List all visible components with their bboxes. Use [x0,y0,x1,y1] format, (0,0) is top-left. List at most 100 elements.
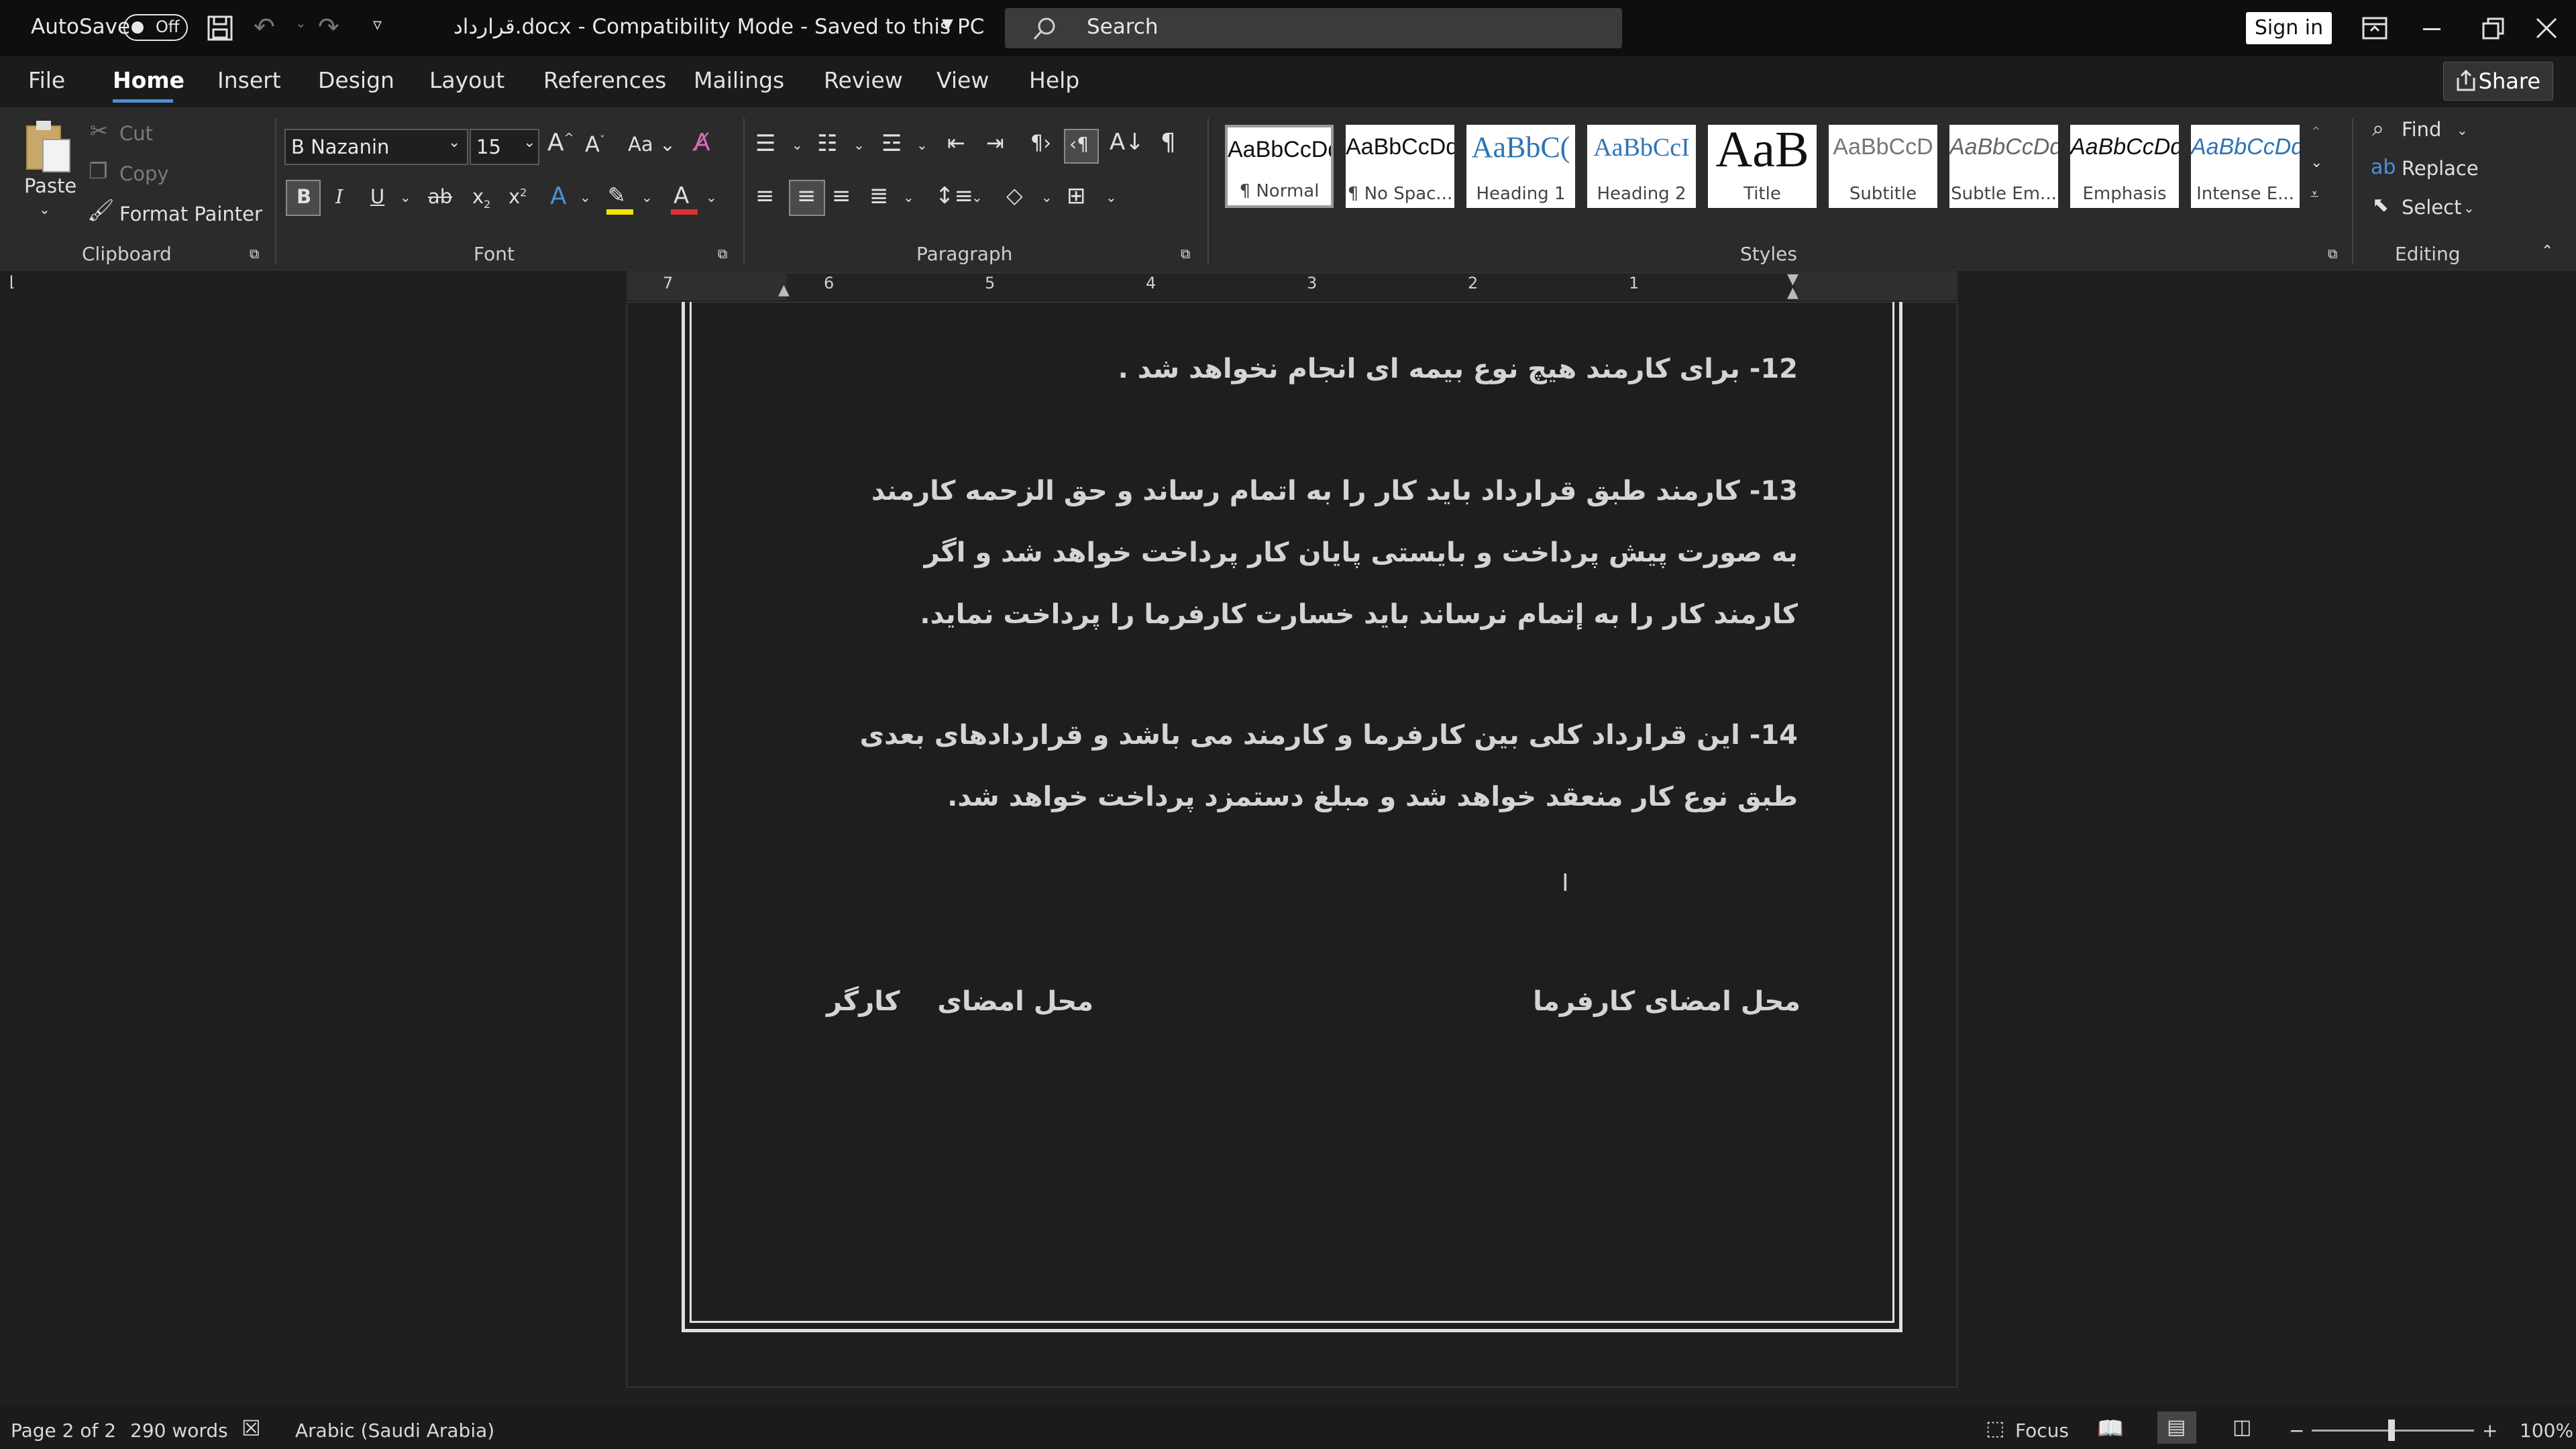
save-icon[interactable] [207,15,233,42]
style-subtle-emphasis[interactable]: AaBbCcDd Subtle Em... [1949,125,2058,208]
undo-icon[interactable]: ↶ [254,12,275,42]
highlight-icon[interactable]: ✎ [608,182,626,208]
numbering-dropdown-icon[interactable]: ⌄ [853,137,865,153]
find-label[interactable]: Find [2402,118,2441,141]
underline-dropdown-icon[interactable]: ⌄ [400,189,411,205]
tab-design[interactable]: Design [318,67,394,93]
tab-file[interactable]: File [28,67,65,93]
zoom-slider-thumb[interactable] [2388,1419,2395,1441]
minimize-icon[interactable] [2423,28,2440,30]
style-emphasis[interactable]: AaBbCcDd Emphasis [2070,125,2179,208]
multilevel-list-icon[interactable]: ☲ [881,130,902,157]
document-paragraph-12[interactable]: 12- برای کارمند هیچ نوع بیمه ای انجام نخ… [839,338,1798,400]
sign-in-button[interactable]: Sign in [2246,12,2332,44]
justify-dropdown-icon[interactable]: ⌄ [903,189,914,205]
tab-help[interactable]: Help [1029,67,1079,93]
tab-references[interactable]: References [543,67,666,93]
line-spacing-dropdown-icon[interactable]: ⌄ [971,189,983,205]
text-effects-icon[interactable]: A [550,182,567,210]
grow-font-icon[interactable]: A^ [547,129,574,156]
style-normal[interactable]: AaBbCcDd ¶ Normal [1225,125,1334,208]
show-formatting-marks-icon[interactable]: ¶ [1161,129,1176,156]
signature-worker[interactable]: محل امضای کارگر [826,986,1093,1017]
language-indicator[interactable]: Arabic (Saudi Arabia) [295,1419,494,1442]
decrease-indent-icon[interactable]: ⇤ [947,130,965,156]
italic-icon[interactable]: I [335,185,343,208]
focus-mode-button[interactable]: Focus [2015,1419,2069,1442]
font-color-icon[interactable]: A [674,182,689,209]
ribbon-display-options-icon[interactable] [2361,16,2388,40]
find-dropdown-icon[interactable]: ⌄ [2457,122,2468,138]
title-dropdown-icon[interactable]: ▼ [942,16,953,33]
bullets-icon[interactable]: ☰ [755,130,775,157]
paragraph-launcher-icon[interactable]: ⧉ [1181,246,1190,262]
styles-launcher-icon[interactable]: ⧉ [2328,246,2337,262]
zoom-level[interactable]: 100% [2520,1419,2573,1442]
multilevel-dropdown-icon[interactable]: ⌄ [916,137,928,153]
bullets-dropdown-icon[interactable]: ⌄ [792,137,803,153]
page-count[interactable]: Page 2 of 2 [11,1419,116,1442]
increase-indent-icon[interactable]: ⇥ [986,130,1004,156]
replace-label[interactable]: Replace [2402,157,2479,180]
format-painter-label[interactable]: Format Painter [119,203,262,225]
strikethrough-icon[interactable]: ab [428,185,452,208]
numbering-icon[interactable]: ☷ [817,130,837,157]
shrink-font-icon[interactable]: Aˇ [585,131,605,157]
tab-view[interactable]: View [936,67,989,93]
copy-label[interactable]: Copy [119,162,169,185]
borders-dropdown-icon[interactable]: ⌄ [1106,189,1117,205]
clipboard-launcher-icon[interactable]: ⧉ [250,246,259,262]
styles-scroll-up-icon[interactable]: ⌃ [2310,123,2322,140]
web-layout-icon[interactable]: ◫ [2233,1415,2251,1439]
borders-icon[interactable]: ⊞ [1067,182,1086,209]
proofing-icon[interactable]: ☒ [241,1415,261,1441]
tab-layout[interactable]: Layout [429,67,504,93]
subscript-icon[interactable]: x2 [472,185,490,211]
left-indent-marker-icon[interactable]: ▲ [778,282,790,299]
paste-label[interactable]: Paste [24,174,76,197]
tab-insert[interactable]: Insert [217,67,281,93]
close-icon[interactable] [2534,16,2559,40]
shading-icon[interactable]: ◇ [1006,182,1023,208]
line-spacing-icon[interactable]: ↕≡ [935,182,973,209]
paste-dropdown-icon[interactable]: ⌄ [39,201,50,217]
justify-icon[interactable]: ≣ [869,182,889,209]
font-name-dropdown-icon[interactable]: ⌄ [448,134,460,151]
document-paragraph-13[interactable]: 13- کارمند طبق قرارداد باید کار را به ات… [839,460,1798,645]
redo-icon[interactable]: ↷ [318,12,339,42]
shading-dropdown-icon[interactable]: ⌄ [1041,189,1053,205]
highlight-dropdown-icon[interactable]: ⌄ [641,189,653,205]
style-heading-2[interactable]: AaBbCcI Heading 2 [1587,125,1696,208]
ltr-paragraph-icon[interactable]: ¶› [1030,131,1051,155]
style-title[interactable]: AaB Title [1708,125,1817,208]
select-label[interactable]: Select [2402,196,2461,219]
tab-review[interactable]: Review [824,67,903,93]
undo-dropdown-icon[interactable]: ⌄ [295,15,307,31]
autosave-toggle[interactable]: Off [123,14,188,41]
customize-toolbar-icon[interactable]: ▿ [373,15,382,35]
zoom-out-icon[interactable]: − [2289,1419,2304,1442]
styles-scroll-down-icon[interactable]: ⌄ [2310,154,2322,171]
font-color-dropdown-icon[interactable]: ⌄ [706,189,717,205]
read-mode-icon[interactable]: 📖 [2097,1415,2124,1441]
select-dropdown-icon[interactable]: ⌄ [2463,200,2475,216]
paste-icon[interactable] [23,118,76,174]
right-indent-marker-icon[interactable]: ▲ [1787,284,1799,301]
superscript-icon[interactable]: x2 [508,185,527,208]
style-heading-1[interactable]: AaBbC( Heading 1 [1466,125,1575,208]
font-launcher-icon[interactable]: ⧉ [718,246,727,262]
zoom-in-icon[interactable]: + [2482,1419,2498,1442]
document-title[interactable]: قرارداد.docx - Compatibility Mode - Save… [453,15,984,39]
tab-mailings[interactable]: Mailings [694,67,784,93]
restore-icon[interactable] [2482,17,2505,40]
signature-employer[interactable]: محل امضای کارفرما [1533,986,1801,1017]
style-intense-emphasis[interactable]: AaBbCcDd Intense E... [2191,125,2300,208]
style-no-spacing[interactable]: AaBbCcDd ¶ No Spac... [1346,125,1454,208]
style-subtitle[interactable]: AaBbCcD Subtitle [1829,125,1937,208]
font-name-combo[interactable]: B Nazanin [284,129,468,165]
word-count[interactable]: 290 words [130,1419,228,1442]
cut-label[interactable]: Cut [119,122,153,145]
align-right-icon[interactable]: ≡ [832,182,851,209]
change-case-icon[interactable]: Aa ⌄ [628,133,676,156]
styles-more-icon[interactable]: ⩡ [2310,186,2318,203]
